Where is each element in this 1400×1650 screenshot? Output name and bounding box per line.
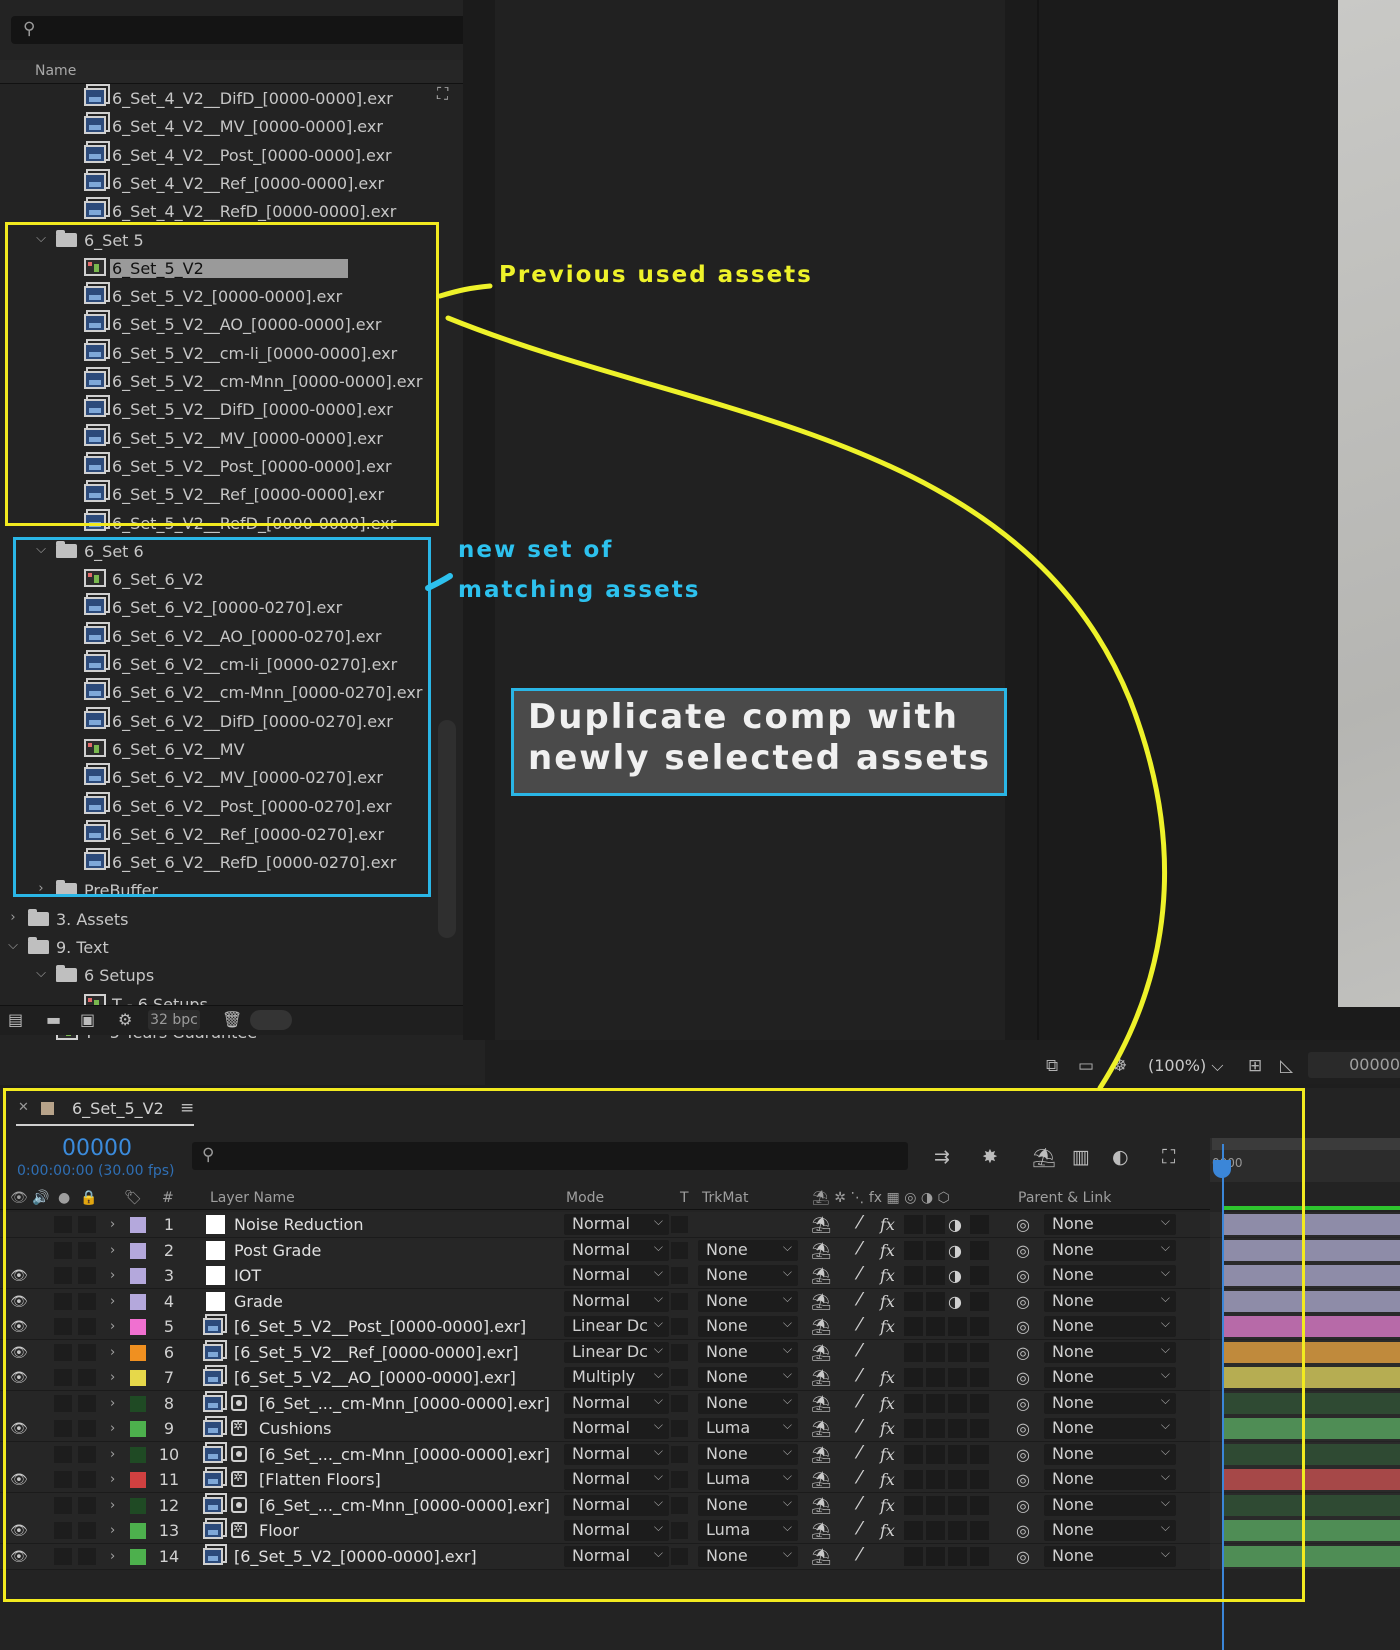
project-item-label: 6_Set_4_V2__MV_[0000-0000].exr — [112, 117, 383, 137]
trash-icon[interactable]: 🗑 — [222, 1010, 242, 1029]
project-settings-icon[interactable]: ⚙ — [118, 1010, 132, 1029]
project-item-label: 3. Assets — [56, 909, 129, 929]
annotation-new-line-2: matching assets — [458, 577, 701, 603]
new-folder-icon[interactable]: ▬ — [46, 1010, 61, 1029]
project-folder[interactable]: ⌵ 6 Setups — [0, 962, 458, 990]
viewer-toolbar: ⧉ ▭ ☸ (100%) ⌵ ⊞ ◺ 00000 — [1040, 1050, 1400, 1084]
interpret-footage-icon[interactable]: ▤ — [8, 1010, 23, 1029]
annotation-duplicate-line-1: Duplicate comp with — [528, 697, 959, 737]
image-sequence-icon — [84, 88, 106, 108]
region-of-interest-icon[interactable]: ◺ — [1280, 1056, 1293, 1076]
project-item-label: 6_Set_4_V2__DifD_[0000-0000].exr — [112, 89, 393, 108]
safe-margins-icon[interactable]: ⊞ — [1248, 1056, 1262, 1076]
project-item[interactable]: 6_Set_4_V2__Ref_[0000-0000].exr — [0, 170, 458, 198]
image-sequence-icon — [84, 201, 106, 221]
image-sequence-icon — [84, 116, 106, 136]
project-search-input[interactable]: ⚲ — [11, 16, 474, 44]
previous-assets-highlight — [5, 222, 439, 526]
chevron-right-icon[interactable]: › — [6, 910, 20, 925]
project-item[interactable]: 6_Set_4_V2__MV_[0000-0000].exr — [0, 113, 458, 141]
viewer-image — [1338, 0, 1400, 1007]
viewer-divider — [1037, 0, 1039, 1040]
project-item-label: 6_Set_4_V2__Post_[0000-0000].exr — [112, 145, 392, 165]
always-preview-icon[interactable]: ⧉ — [1046, 1056, 1058, 1076]
annotation-duplicate-line-2: newly selected assets — [528, 738, 991, 778]
project-column-header[interactable]: Name — [0, 60, 485, 84]
project-scrollbar[interactable] — [438, 720, 456, 938]
name-column-label: Name — [35, 63, 77, 79]
annotation-new-assets: new set of matching assets — [458, 530, 700, 610]
mask-visibility-icon[interactable]: ☸ — [1112, 1056, 1127, 1076]
bit-depth-button[interactable]: 32 bpc — [148, 1010, 200, 1030]
viewer-panel — [495, 0, 1005, 1040]
project-bottom-bar: ▤ ▬ ▣ ⚙ 32 bpc 🗑 — [0, 1005, 485, 1035]
annotation-new-line-1: new set of — [458, 537, 614, 563]
chevron-down-icon[interactable]: ⌵ — [34, 966, 48, 981]
timeline-highlight — [3, 1088, 1305, 1602]
project-item-label: 6_Set_4_V2__Ref_[0000-0000].exr — [112, 173, 385, 193]
folder-icon — [56, 965, 78, 985]
image-sequence-icon — [84, 172, 106, 193]
monitor-icon[interactable]: ▭ — [1078, 1056, 1094, 1076]
panel-toggle[interactable] — [250, 1010, 292, 1030]
project-item[interactable]: 6_Set_4_V2__Post_[0000-0000].exr — [0, 142, 458, 170]
current-frame-field[interactable]: 00000 — [1308, 1052, 1400, 1078]
project-item[interactable]: 6_Set_4_V2__DifD_[0000-0000].exr — [0, 85, 458, 113]
annotation-duplicate: Duplicate comp with newly selected asset… — [528, 697, 991, 779]
new-comp-icon[interactable]: ▣ — [80, 1010, 95, 1029]
zoom-dropdown[interactable]: (100%) ⌵ — [1148, 1056, 1223, 1076]
chevron-down-icon[interactable]: ⌵ — [6, 938, 20, 953]
folder-icon — [28, 908, 50, 929]
project-item-label: 9. Text — [56, 938, 109, 957]
project-folder[interactable]: ⌵ 9. Text — [0, 934, 458, 962]
flowchart-icon[interactable]: ⛶ — [437, 84, 457, 104]
annotation-previous-assets: Previous used assets — [499, 262, 813, 288]
folder-icon — [28, 937, 50, 957]
image-sequence-icon — [84, 144, 106, 165]
search-icon: ⚲ — [23, 19, 36, 39]
project-folder[interactable]: › 3. Assets — [0, 906, 458, 934]
new-assets-highlight — [13, 537, 431, 897]
project-item-label: 6 Setups — [84, 966, 155, 986]
project-item-label: 6_Set_4_V2__RefD_[0000-0000].exr — [112, 202, 397, 222]
